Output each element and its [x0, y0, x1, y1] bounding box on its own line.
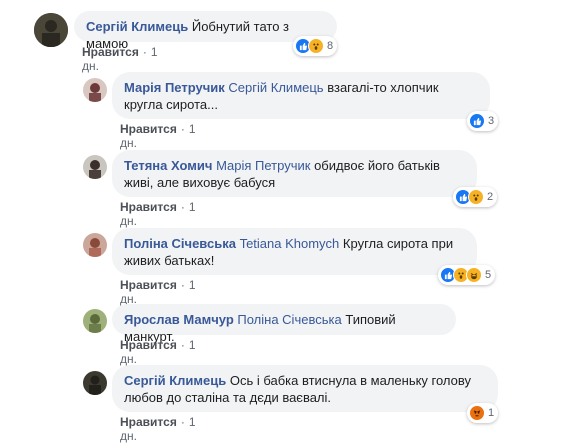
wow-reaction-icon [468, 189, 484, 205]
like-link[interactable]: Нравится [120, 122, 177, 136]
reaction-count: 8 [327, 40, 334, 52]
comment-bubble: Марія Петручик Сергій Климець взагалі-то… [112, 72, 490, 119]
reaction-count: 5 [485, 269, 492, 281]
avatar[interactable] [83, 233, 107, 257]
like-reaction-icon [469, 113, 485, 129]
mention-link[interactable]: Марія Петручик [216, 158, 310, 173]
avatar-photo-icon [83, 371, 107, 395]
avatar-photo-icon [83, 233, 107, 257]
avatar[interactable] [83, 309, 107, 333]
wow-reaction-icon [308, 38, 324, 54]
comment-meta: Нравится · 1 дн. [120, 415, 196, 443]
like-link[interactable]: Нравится [120, 278, 177, 292]
comment-author[interactable]: Марія Петручик [124, 80, 225, 95]
mention-link[interactable]: Сергій Климець [228, 80, 323, 95]
comment-meta: Нравится · 1 дн. [120, 122, 196, 150]
comment-bubble: Ярослав Мамчур Поліна Січевська Типовий … [112, 304, 456, 344]
comment-meta: Нравится · 1 дн. [120, 338, 196, 366]
comment-bubble: Сергій Климець Ось і бабка втиснула в ма… [112, 365, 498, 412]
angry-reaction-icon [469, 405, 485, 421]
reaction-summary[interactable]: 8 [293, 36, 338, 56]
mention-link[interactable]: Tetiana Khomych [240, 236, 340, 251]
comment-author[interactable]: Сергій Климець [124, 373, 226, 388]
avatar[interactable] [34, 13, 68, 47]
reaction-count: 1 [488, 407, 495, 419]
like-link[interactable]: Нравится [120, 415, 177, 429]
comment-author[interactable]: Тетяна Хомич [124, 158, 212, 173]
comment-bubble: Поліна Січевська Tetiana Khomych Кругла … [112, 228, 477, 275]
avatar[interactable] [83, 155, 107, 179]
comment-author[interactable]: Сергій Климець [86, 19, 188, 34]
avatar-photo-icon [83, 155, 107, 179]
reaction-summary[interactable]: 2 [453, 187, 498, 207]
avatar-photo-icon [83, 78, 107, 102]
like-link[interactable]: Нравится [82, 45, 139, 59]
mention-link[interactable]: Поліна Січевська [237, 312, 341, 327]
like-link[interactable]: Нравится [120, 338, 177, 352]
avatar[interactable] [83, 78, 107, 102]
comment-meta: Нравится · 1 дн. [82, 45, 158, 73]
like-link[interactable]: Нравится [120, 200, 177, 214]
reaction-summary[interactable]: 5 [438, 265, 496, 285]
comment-meta: Нравится · 1 дн. [120, 278, 196, 306]
avatar[interactable] [83, 371, 107, 395]
reaction-summary[interactable]: 1 [467, 403, 499, 423]
reaction-count: 2 [487, 191, 494, 203]
haha-reaction-icon [466, 267, 482, 283]
avatar-photo-icon [83, 309, 107, 333]
reaction-count: 3 [488, 115, 495, 127]
reaction-summary[interactable]: 3 [467, 111, 499, 131]
comment-author[interactable]: Ярослав Мамчур [124, 312, 234, 327]
comment-bubble: Тетяна Хомич Марія Петручик обидвоє його… [112, 150, 477, 197]
avatar-photo-icon [34, 13, 68, 47]
comment-meta: Нравится · 1 дн. [120, 200, 196, 228]
comment-author[interactable]: Поліна Січевська [124, 236, 236, 251]
